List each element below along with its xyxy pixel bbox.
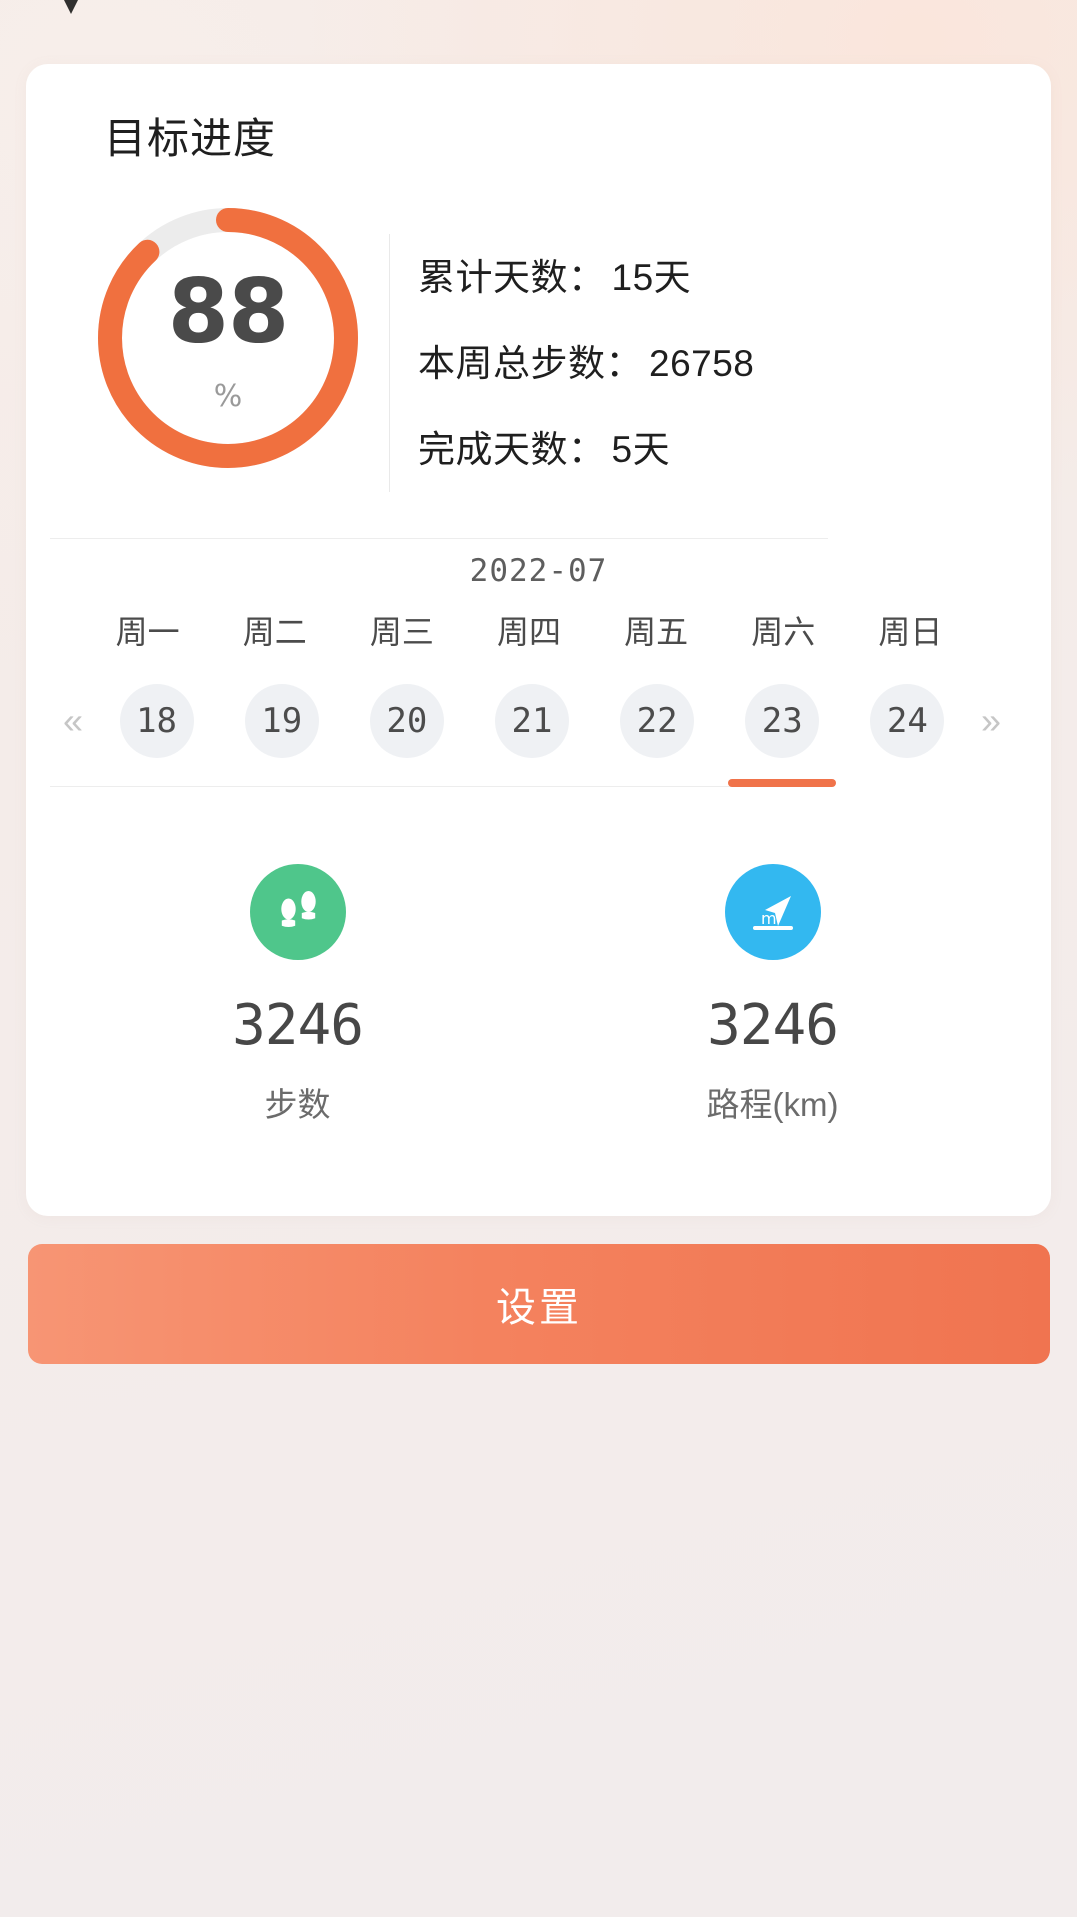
date-cell[interactable]: 22 xyxy=(595,684,720,758)
metric-label: 路程(km) xyxy=(706,1086,839,1123)
chevron-double-left-icon[interactable]: « xyxy=(52,703,94,739)
date-cell[interactable]: 18 xyxy=(94,684,219,758)
date-pill[interactable]: 22 xyxy=(620,684,695,758)
stat-label: 本周总步数： xyxy=(418,342,643,384)
date-cell[interactable]: 20 xyxy=(344,684,469,758)
metric-distance: m 3246 路程(km) xyxy=(535,864,1010,1121)
stats-divider xyxy=(389,234,390,492)
date-pill[interactable]: 21 xyxy=(494,684,569,758)
metric-steps: 3246 步数 xyxy=(60,864,535,1121)
weekday-header: 周一 周二 周三 周四 周五 周六 周日 xyxy=(84,616,974,648)
goal-progress-card: 目标进度 88 % 累计天数： 15天 本周总步数： 26758 完成天数： 5天 2… xyxy=(26,64,1051,1216)
date-pill[interactable]: 19 xyxy=(244,684,319,758)
weekday-label: 周二 xyxy=(242,614,307,650)
date-cell-selected[interactable]: 23 xyxy=(720,684,845,758)
date-pill[interactable]: 23 xyxy=(745,684,820,758)
page-title: 目标进度 xyxy=(104,115,277,162)
summary-stats: 累计天数： 15天 本周总步数： 26758 完成天数： 5天 xyxy=(418,234,978,492)
date-pill[interactable]: 24 xyxy=(870,684,945,758)
daily-metrics: 3246 步数 m 3246 路程(km) xyxy=(60,864,1010,1121)
weekday-label: 周六 xyxy=(751,614,816,650)
selected-date-indicator xyxy=(728,779,837,787)
weekday-label: 周三 xyxy=(369,614,434,650)
date-selector: « 18 19 20 21 22 23 24 » xyxy=(52,684,1012,758)
date-pill[interactable]: 20 xyxy=(369,684,444,758)
metric-label: 步数 xyxy=(264,1086,331,1123)
distance-unit-glyph: m xyxy=(761,909,777,928)
weekday-label: 周四 xyxy=(496,614,561,650)
date-tab-underline xyxy=(50,786,810,787)
weekday-label: 周日 xyxy=(878,614,943,650)
footprints-icon xyxy=(249,864,346,960)
progress-unit: % xyxy=(213,379,243,414)
date-cell[interactable]: 19 xyxy=(219,684,344,758)
date-cell[interactable]: 21 xyxy=(469,684,594,758)
stat-label: 完成天数： xyxy=(418,428,606,470)
stat-value: 5天 xyxy=(611,428,671,470)
progress-ring: 88 % xyxy=(88,198,368,478)
date-pill[interactable]: 18 xyxy=(119,684,194,758)
stat-row: 完成天数： 5天 xyxy=(418,431,978,468)
settings-button[interactable]: 设置 xyxy=(28,1244,1050,1364)
weekday-label: 周一 xyxy=(115,614,180,650)
section-divider xyxy=(50,538,828,539)
weekday-label: 周五 xyxy=(624,614,689,650)
chevron-double-right-icon[interactable]: » xyxy=(970,703,1012,739)
calendar-month-label: 2022-07 xyxy=(469,553,608,589)
stat-value: 15天 xyxy=(611,256,692,298)
stat-row: 本周总步数： 26758 xyxy=(418,345,978,382)
stat-row: 累计天数： 15天 xyxy=(418,259,978,296)
metric-value: 3246 xyxy=(707,993,839,1058)
date-cell[interactable]: 24 xyxy=(845,684,970,758)
metric-value: 3246 xyxy=(232,993,364,1058)
navigation-arrow-icon: m xyxy=(724,864,821,960)
stat-value: 26758 xyxy=(649,342,755,384)
stat-label: 累计天数： xyxy=(418,256,606,298)
progress-value: 88 xyxy=(167,260,289,363)
